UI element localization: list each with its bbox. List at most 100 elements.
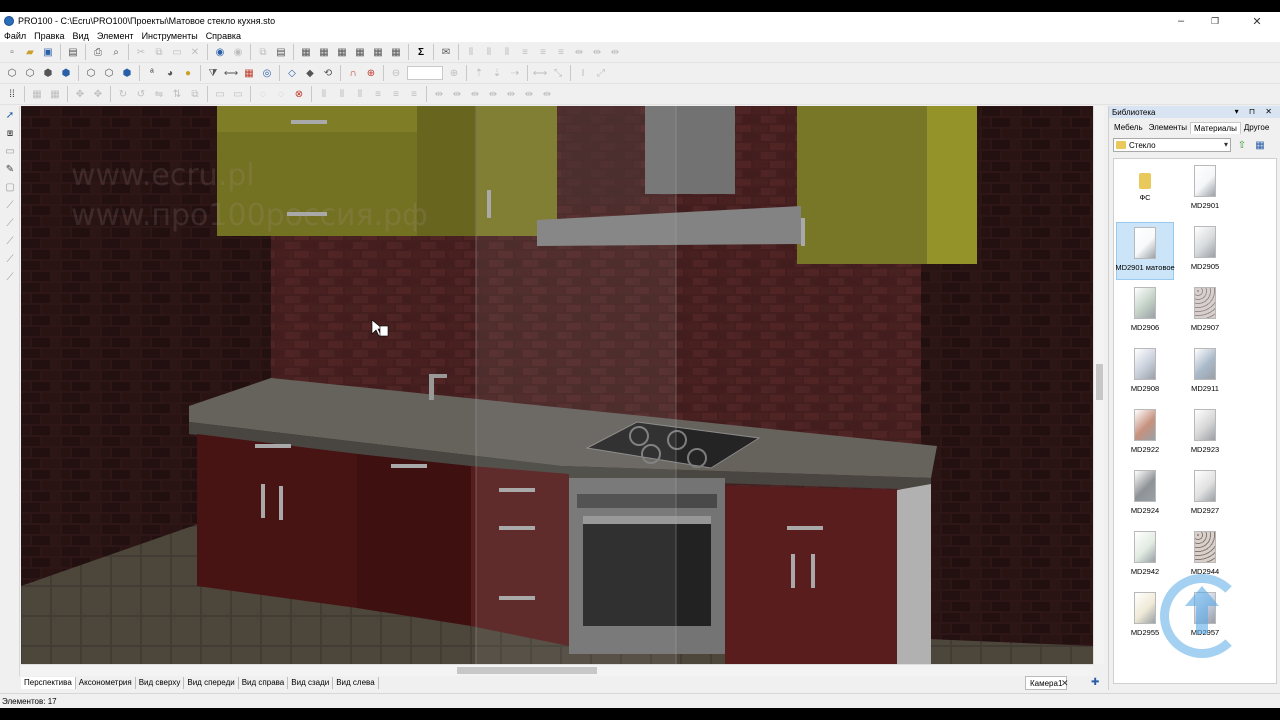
align-a-icon[interactable]: ⫴ [315,85,333,103]
add-camera-icon[interactable]: ✚ [1091,676,1099,690]
dist-a-icon[interactable]: ⇹ [430,85,448,103]
view-perspective-icon[interactable]: ⬡ [3,64,21,82]
cut-icon[interactable]: ✂ [132,43,150,61]
edge5-icon[interactable]: ⟋ [0,268,20,286]
align-d-icon[interactable]: ≡ [369,85,387,103]
eyedropper-icon[interactable]: ✎ [0,160,20,178]
dist-d-icon[interactable]: ⇹ [484,85,502,103]
tab-left-view[interactable]: Вид слева [333,677,379,689]
group-icon[interactable]: ▦ [28,85,46,103]
height-icon[interactable]: I [574,64,592,82]
resize-icon[interactable]: ⤢ [592,64,610,82]
distribute-d-icon[interactable]: ⇹ [606,43,624,61]
view-mode-icon[interactable]: ▦ [1253,138,1267,152]
magnet-icon[interactable]: ⧩ [204,64,222,82]
tab-materials[interactable]: Материалы [1190,122,1241,134]
render-color-icon[interactable]: ⬢ [118,64,136,82]
tab-perspective[interactable]: Перспектива [21,677,76,689]
zoom-in-icon[interactable]: ⊕ [445,64,463,82]
menu-element[interactable]: Элемент [93,31,138,41]
render-wire-icon[interactable]: ⬡ [82,64,100,82]
cancel-icon[interactable]: ⊗ [290,85,308,103]
zoom-combo[interactable] [407,66,443,80]
ungroup-icon[interactable]: ▦ [46,85,64,103]
rotate-left-icon[interactable]: ↻ [114,85,132,103]
grid-icon[interactable]: ▦ [240,64,258,82]
dist-g-icon[interactable]: ⇹ [538,85,556,103]
report-parts-icon[interactable]: ▦ [315,43,333,61]
material-item[interactable]: MD2924 [1116,466,1174,524]
width-icon[interactable]: ⟷ [531,64,549,82]
report-price-icon[interactable]: ▦ [369,43,387,61]
material-item[interactable]: MD2942 [1116,527,1174,585]
dist-b-icon[interactable]: ⇹ [448,85,466,103]
edge4-icon[interactable]: ⟋ [0,250,20,268]
folder-dropdown[interactable]: Стекло ▾ [1113,138,1231,152]
render-hidden-icon[interactable]: ⬡ [100,64,118,82]
move2-icon[interactable]: ✥ [89,85,107,103]
tab-top-view[interactable]: Вид сверху [136,677,185,689]
tab-other[interactable]: Другое [1241,122,1272,134]
edge-icon[interactable]: ⟋ [0,196,20,214]
copy-icon[interactable]: ⧉ [150,43,168,61]
material-item[interactable]: MD2908 [1116,344,1174,402]
material-item[interactable]: MD2906 [1116,283,1174,341]
list-icon[interactable]: ▤ [272,43,290,61]
delete-icon[interactable]: ✕ [186,43,204,61]
text-label-icon[interactable]: ª [143,64,161,82]
library-window-icons[interactable]: ▾ ⊓ ✕ [1235,106,1276,118]
target-icon[interactable]: ⊕ [362,64,380,82]
show-icon[interactable]: ◌ [272,85,290,103]
move-up-icon[interactable]: ⇡ [470,64,488,82]
tab-front-view[interactable]: Вид спереди [184,677,239,689]
folder-up-icon[interactable]: ⇧ [1235,138,1249,152]
paste-icon[interactable]: ▭ [168,43,186,61]
print-icon[interactable]: ⎙ [89,43,107,61]
move-side-icon[interactable]: ⇢ [506,64,524,82]
properties-icon[interactable]: ▤ [64,43,82,61]
rotate-icon[interactable]: ⟲ [319,64,337,82]
duplicate-icon[interactable]: ⧉ [254,43,272,61]
move-down-icon[interactable]: ⇣ [488,64,506,82]
view-box-icon[interactable]: ⬡ [21,64,39,82]
material-item[interactable]: MD2911 [1176,344,1234,402]
depth-icon[interactable]: ⤡ [549,64,567,82]
texture-icon[interactable]: ◕ [161,64,179,82]
array-icon[interactable]: ⧉ [186,85,204,103]
grid-dots-icon[interactable]: ⁞⁞ [3,85,21,103]
menu-file[interactable]: Файл [0,31,30,41]
undo-icon[interactable]: ◉ [211,43,229,61]
align-c-icon[interactable]: ⫴ [351,85,369,103]
print-preview-icon[interactable]: ⌕ [107,43,125,61]
material-item[interactable]: MD2901 матовое [1115,222,1175,280]
align-left-icon[interactable]: ⫴ [462,43,480,61]
measure-icon[interactable]: ⟷ [222,64,240,82]
join-panel-icon[interactable]: ▭ [229,85,247,103]
draw-panel-icon[interactable]: ▭ [0,142,20,160]
align-e-icon[interactable]: ≡ [387,85,405,103]
scrollbar-thumb[interactable] [457,667,597,674]
material-item[interactable]: MD2901 [1176,161,1234,219]
camera-close-icon[interactable]: ✕ [1061,676,1069,690]
align-middle-icon[interactable]: ≡ [534,43,552,61]
view-shaded-icon[interactable]: ⬢ [57,64,75,82]
save-icon[interactable]: ▣ [39,43,57,61]
mail-icon[interactable]: ✉ [437,43,455,61]
move-icon[interactable]: ✥ [71,85,89,103]
align-center-icon[interactable]: ⫴ [480,43,498,61]
distribute-h-icon[interactable]: ⇹ [570,43,588,61]
material-item[interactable]: MD2922 [1116,405,1174,463]
tab-back-view[interactable]: Вид сзади [288,677,334,689]
select-area-icon[interactable]: ⧆ [0,124,20,142]
report-cut-icon[interactable]: ▦ [351,43,369,61]
select-arrow-icon[interactable]: ➚ [0,106,20,124]
minimize-button[interactable]: – [1164,12,1198,30]
align-f-icon[interactable]: ≡ [405,85,423,103]
material-item[interactable]: ФС [1116,161,1174,219]
material-item[interactable]: MD2905 [1176,222,1234,280]
new-file-icon[interactable]: ▫ [3,43,21,61]
scrollbar-thumb[interactable] [1096,364,1103,400]
report-edges-icon[interactable]: ▦ [333,43,351,61]
3d-viewport[interactable]: www.ecru.pl www.про100россия.рф [21,106,1093,664]
tab-furniture[interactable]: Мебель [1111,122,1146,134]
